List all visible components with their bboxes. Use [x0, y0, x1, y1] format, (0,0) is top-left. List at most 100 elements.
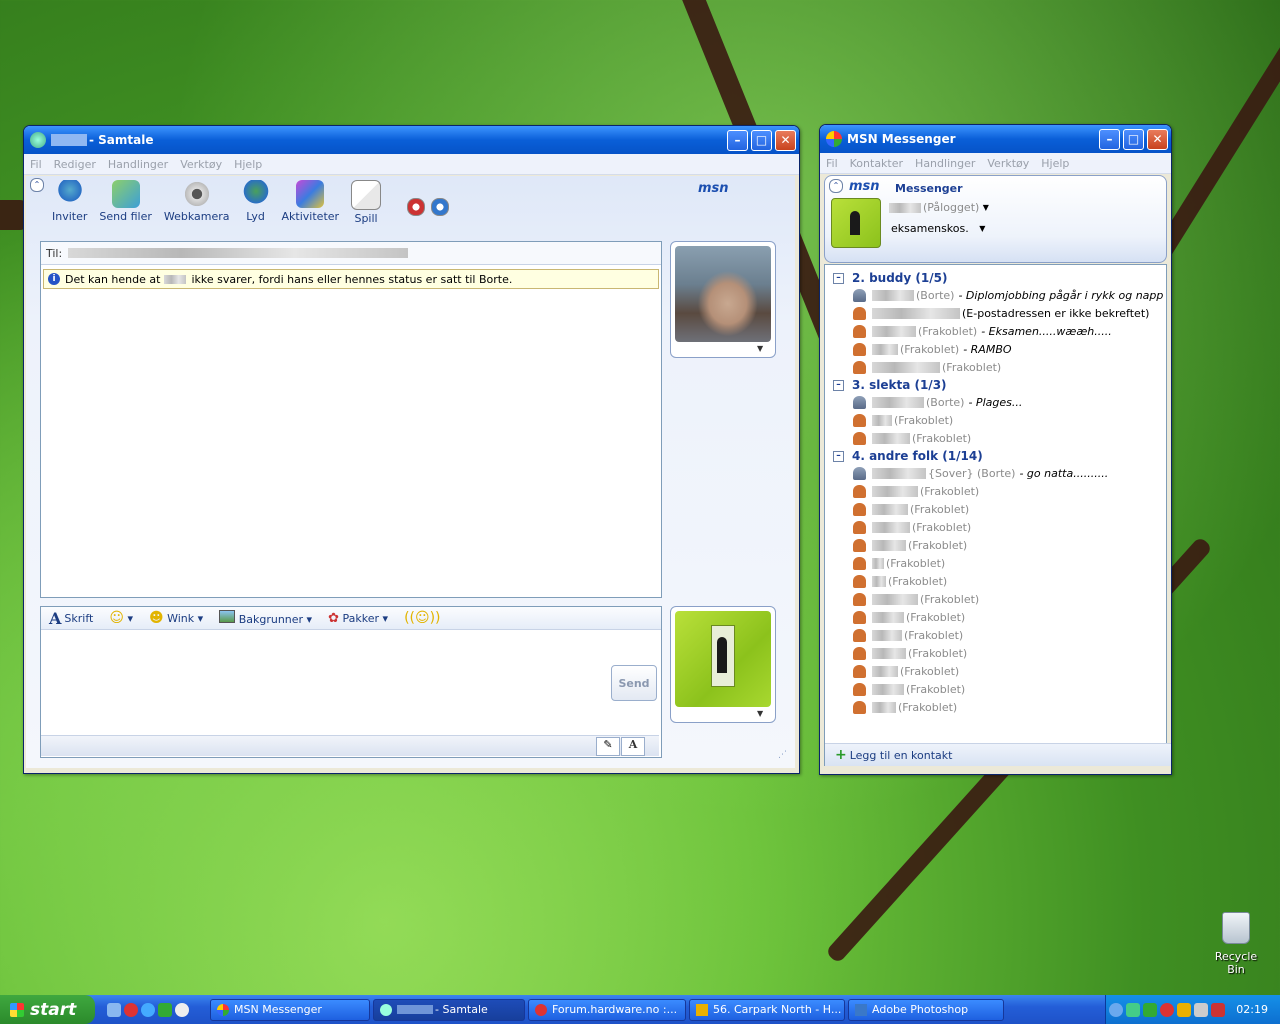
task-samtale[interactable]: - Samtale: [373, 998, 525, 1021]
collapse-group-icon[interactable]: –: [833, 379, 844, 391]
menu-fil[interactable]: Fil: [826, 157, 838, 170]
contact-item[interactable]: (E-postadressen er ikke bekreftet): [825, 304, 1149, 322]
close-button[interactable]: ✕: [775, 129, 796, 151]
background-button[interactable]: Bakgrunner ▾: [219, 610, 312, 626]
contact-item[interactable]: {Sover} (Borte) - go natta..........: [825, 464, 1108, 482]
recycle-bin[interactable]: Recycle Bin: [1206, 912, 1266, 976]
font-button[interactable]: A Skrift: [49, 609, 93, 628]
packs-button[interactable]: ✿ Pakker ▾: [328, 611, 388, 626]
contact-item[interactable]: (Frakoblet): [825, 572, 947, 590]
menu-hjelp[interactable]: Hjelp: [1041, 157, 1069, 170]
messenger-titlebar[interactable]: MSN Messenger – □ ✕: [820, 125, 1171, 153]
tray-volume-icon[interactable]: [1194, 1002, 1209, 1017]
contact-group[interactable]: –4. andre folk (1/14): [825, 447, 983, 465]
add-contact-button[interactable]: + Legg til en kontakt: [825, 743, 1171, 766]
tray-msn-icon[interactable]: [1143, 1002, 1158, 1017]
contact-item[interactable]: (Frakoblet): [825, 482, 979, 500]
start-button[interactable]: start: [0, 995, 95, 1024]
menu-verktoy[interactable]: Verktøy: [180, 158, 222, 171]
contact-item[interactable]: (Frakoblet): [825, 500, 969, 518]
contact-item[interactable]: (Frakoblet): [825, 554, 945, 572]
contact-group[interactable]: –3. slekta (1/3): [825, 376, 947, 394]
chevron-down-icon[interactable]: ▼: [757, 709, 763, 718]
menu-handlinger[interactable]: Handlinger: [108, 158, 168, 171]
maximize-button[interactable]: □: [751, 129, 772, 151]
voice-button[interactable]: Lyd: [241, 180, 270, 225]
emoticon-button[interactable]: ☺ ▾: [109, 610, 133, 626]
contact-offline-icon: [853, 664, 866, 678]
tray-winamp-icon[interactable]: [1177, 1002, 1192, 1017]
contact-item[interactable]: (Borte) - Plages...: [825, 393, 1022, 411]
menu-verktoy[interactable]: Verktøy: [987, 157, 1029, 170]
task-forum[interactable]: Forum.hardware.no :...: [528, 998, 686, 1021]
maximize-button[interactable]: □: [1123, 128, 1144, 150]
invite-button[interactable]: Inviter: [52, 180, 87, 225]
my-avatar[interactable]: [831, 198, 881, 248]
opera-icon[interactable]: [124, 1002, 138, 1017]
tray-expand-icon[interactable]: [1109, 1002, 1124, 1017]
webcam-button[interactable]: Webkamera: [164, 180, 230, 225]
collapse-group-icon[interactable]: –: [833, 272, 844, 284]
contact-item[interactable]: (Frakoblet): [825, 680, 965, 698]
minimize-button[interactable]: –: [1099, 128, 1120, 150]
task-msn-messenger[interactable]: MSN Messenger: [210, 998, 370, 1021]
contact-group[interactable]: –2. buddy (1/5): [825, 269, 947, 287]
tray-opera-icon[interactable]: [1160, 1002, 1175, 1017]
contact-item[interactable]: (Frakoblet): [825, 429, 971, 447]
handwriting-icon[interactable]: ✎: [596, 737, 620, 756]
activities-button[interactable]: Aktiviteter: [282, 180, 339, 225]
personal-message[interactable]: eksamenskos. ▼: [891, 222, 985, 235]
contact-item[interactable]: (Frakoblet): [825, 608, 965, 626]
chat-titlebar[interactable]: - Samtale – □ ✕: [24, 126, 799, 154]
ie-icon[interactable]: [141, 1002, 155, 1017]
text-mode-icon[interactable]: A: [621, 737, 645, 756]
contact-item[interactable]: (Frakoblet): [825, 698, 957, 716]
contact-item[interactable]: (Frakoblet): [825, 662, 959, 680]
task-photoshop[interactable]: Adobe Photoshop: [848, 998, 1004, 1021]
desktop-icon[interactable]: [107, 1002, 121, 1017]
games-button[interactable]: Spill: [351, 180, 382, 225]
contact-display-picture[interactable]: ▼: [670, 241, 776, 358]
contact-status: (Frakoblet): [908, 538, 968, 552]
messenger-icon[interactable]: [158, 1002, 172, 1017]
contact-item[interactable]: (Frakoblet): [825, 590, 979, 608]
minimize-button[interactable]: –: [727, 129, 748, 151]
close-button[interactable]: ✕: [1147, 128, 1168, 150]
my-status-selector[interactable]: (Pålogget) ▼: [889, 201, 989, 214]
tray-network-icon[interactable]: [1126, 1002, 1141, 1017]
contact-item[interactable]: (Frakoblet): [825, 644, 967, 662]
menu-rediger[interactable]: Rediger: [54, 158, 96, 171]
send-files-button[interactable]: Send filer: [99, 180, 152, 225]
send-button[interactable]: Send: [611, 665, 657, 701]
wink-button[interactable]: ☻ Wink ▾: [149, 610, 203, 626]
chevron-down-icon[interactable]: ▼: [757, 344, 763, 353]
media-player-icon[interactable]: [175, 1002, 189, 1017]
wink-icon: ☻: [149, 610, 164, 626]
menu-hjelp[interactable]: Hjelp: [234, 158, 262, 171]
contact-item[interactable]: (Frakoblet): [825, 411, 953, 429]
contact-item[interactable]: (Frakoblet) - RAMBO: [825, 340, 1012, 358]
collapse-header-icon[interactable]: ⌃: [829, 179, 843, 193]
contact-item[interactable]: (Frakoblet): [825, 626, 963, 644]
tray-antivirus-icon[interactable]: [1211, 1002, 1226, 1017]
contact-item[interactable]: (Frakoblet): [825, 518, 971, 536]
resize-grip-icon[interactable]: ⋰: [778, 750, 787, 760]
menu-handlinger[interactable]: Handlinger: [915, 157, 975, 170]
my-display-picture[interactable]: ▼: [670, 606, 776, 723]
nudge-button[interactable]: ((☺)): [404, 610, 440, 626]
clock[interactable]: 02:19: [1236, 1003, 1268, 1016]
conversation-history[interactable]: Til: i Det kan hende at ikke svarer, for…: [40, 241, 662, 598]
contact-item[interactable]: (Frakoblet) - Eksamen.....wææh.....: [825, 322, 1112, 340]
contact-item[interactable]: (Frakoblet): [825, 536, 967, 554]
menu-kontakter[interactable]: Kontakter: [850, 157, 903, 170]
contact-item[interactable]: (Borte) - Diplomjobbing pågår i rykk og n…: [825, 286, 1163, 304]
display-picture-settings-icon[interactable]: [431, 198, 449, 216]
collapse-toolbar-icon[interactable]: ⌃: [30, 178, 44, 192]
message-input[interactable]: [41, 630, 661, 735]
collapse-group-icon[interactable]: –: [833, 450, 844, 462]
block-icon[interactable]: [407, 198, 425, 216]
msn-logo: msn: [698, 181, 729, 196]
task-winamp[interactable]: 56. Carpark North - H...: [689, 998, 845, 1021]
menu-fil[interactable]: Fil: [30, 158, 42, 171]
contact-item[interactable]: (Frakoblet): [825, 358, 1001, 376]
